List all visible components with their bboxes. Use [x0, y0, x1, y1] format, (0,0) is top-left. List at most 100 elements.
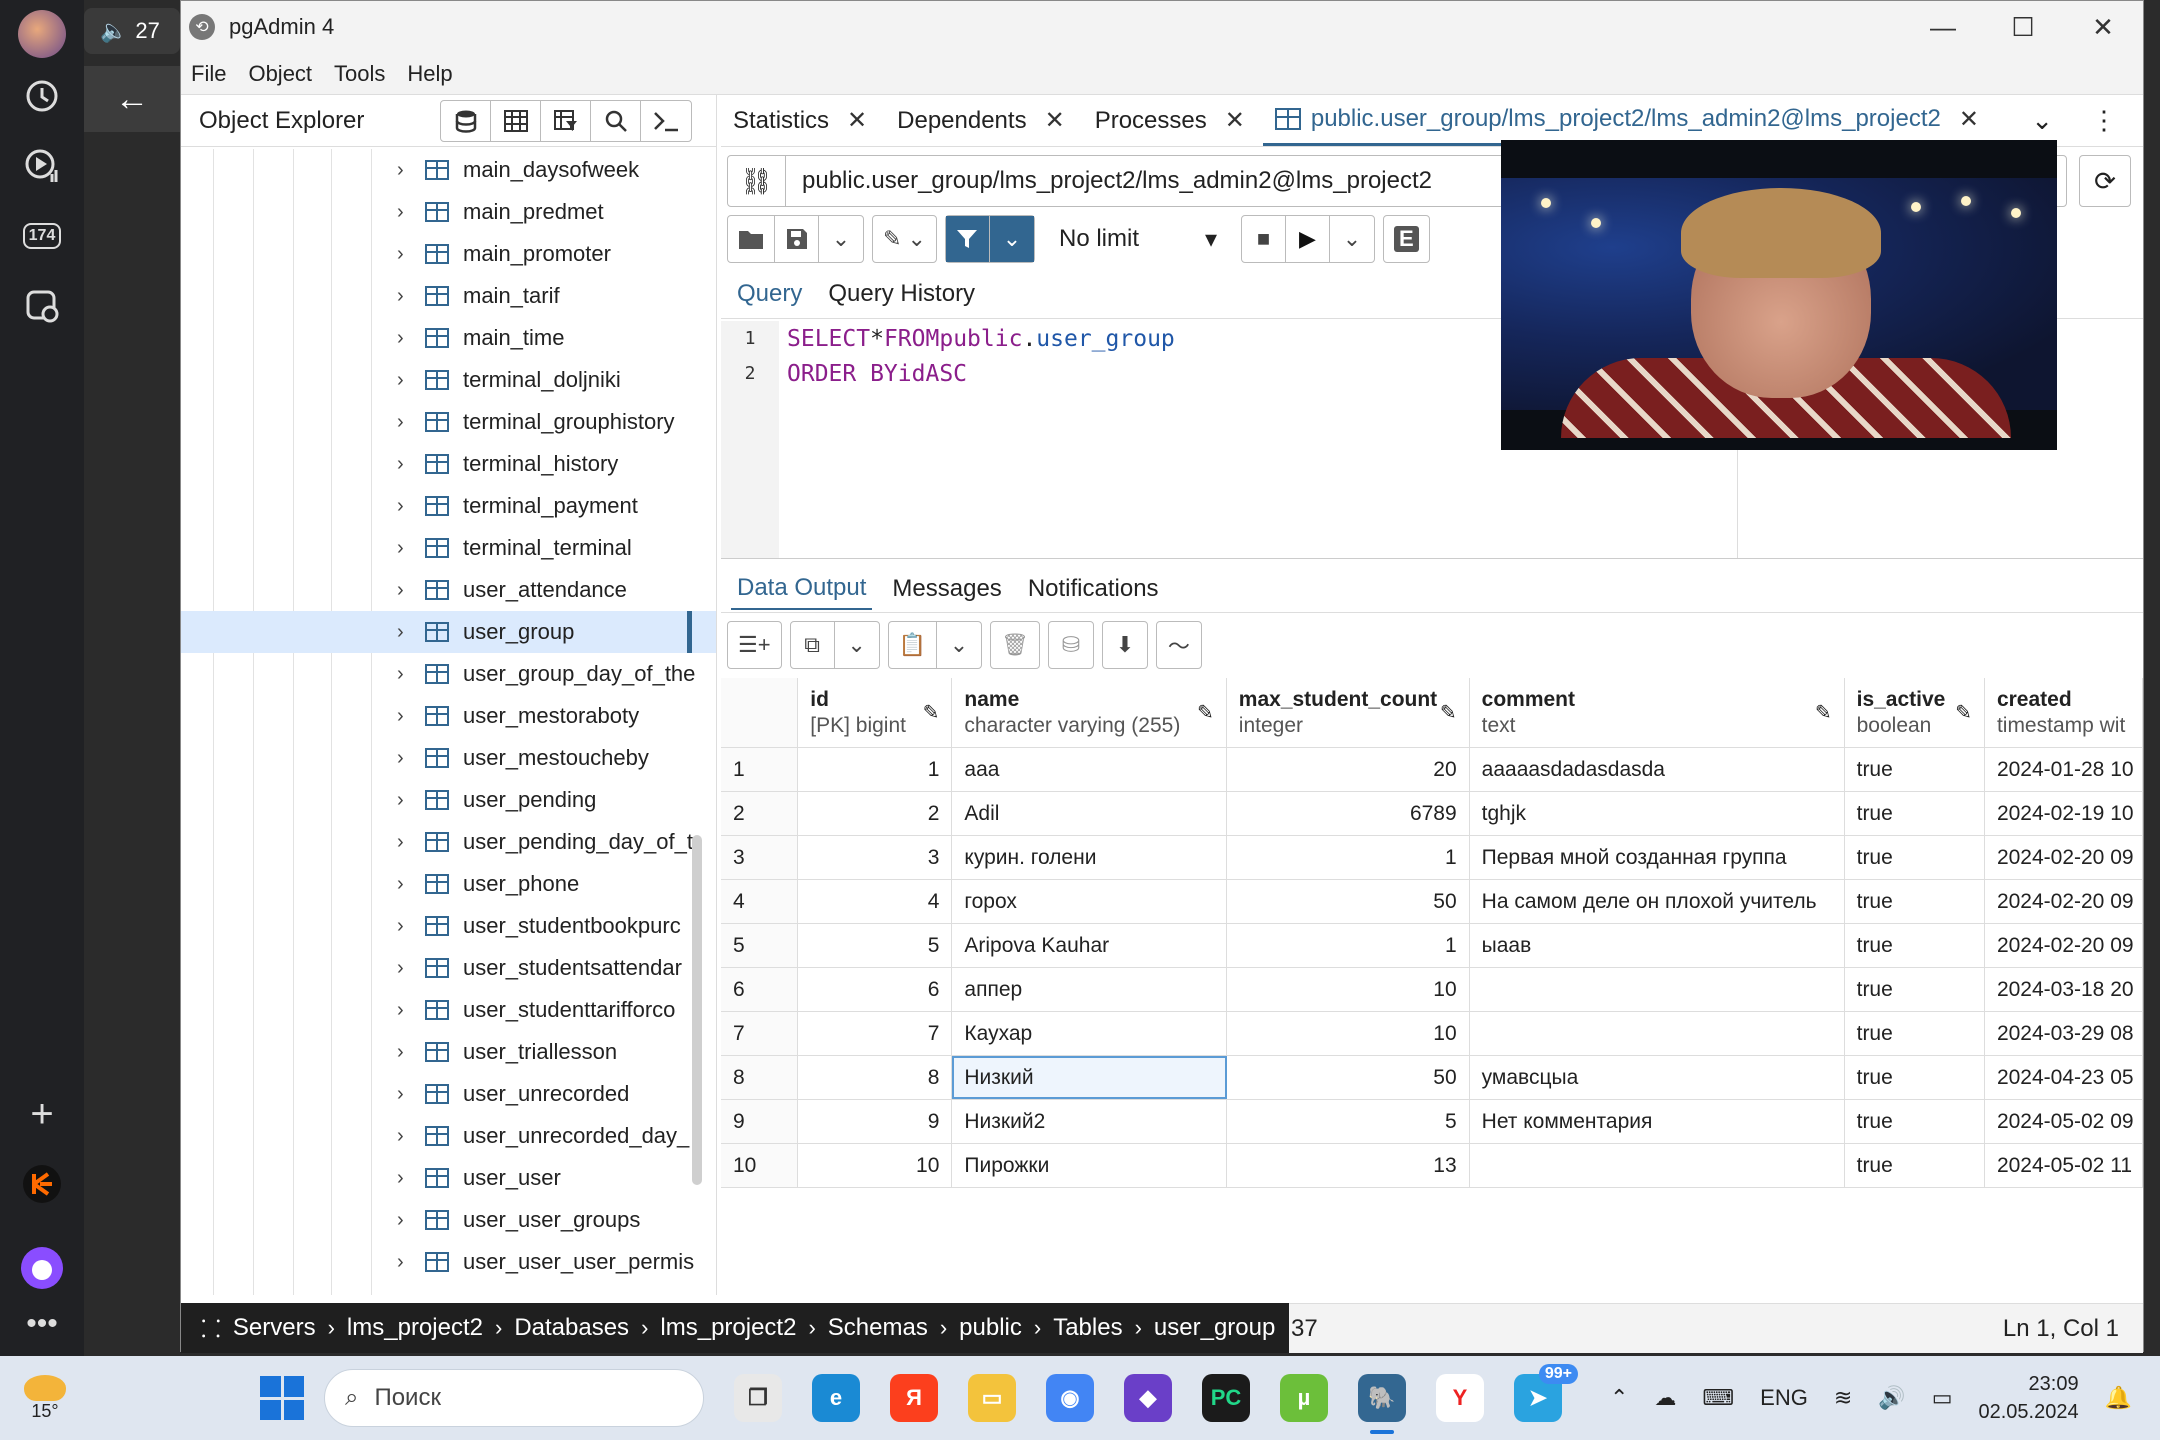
tree-item-table[interactable]: › user_mestoraboty — [181, 695, 716, 737]
cell-is-active[interactable]: true — [1845, 880, 1985, 923]
explain-icon[interactable]: E — [1384, 216, 1429, 262]
tree-item-table[interactable]: › terminal_payment — [181, 485, 716, 527]
tab-data-output[interactable]: Data Output — [731, 568, 873, 610]
refresh-icon[interactable]: ⟳ — [2079, 155, 2131, 207]
row-number[interactable]: 1 — [721, 748, 799, 791]
cell-created[interactable]: 2024-04-23 05 — [1985, 1056, 2143, 1099]
cell-max-student-count[interactable]: 10 — [1227, 968, 1470, 1011]
picture-in-picture-video[interactable] — [1501, 140, 2057, 450]
tab-dependents[interactable]: Dependents ✕ — [885, 95, 1083, 146]
table-row[interactable]: 4 4 горох 50 На самом деле он плохой учитель… — [721, 880, 2143, 924]
tree-item-table[interactable]: › user_user — [181, 1157, 716, 1199]
camera-icon[interactable] — [18, 282, 66, 330]
cell-id[interactable]: 3 — [798, 836, 953, 879]
breadcrumb-item[interactable]: lms_project2 — [660, 1314, 796, 1342]
cell-created[interactable]: 2024-05-02 11 — [1985, 1144, 2143, 1187]
column-header-name[interactable]: name character varying (255) ✎ — [952, 678, 1227, 747]
cell-id[interactable]: 6 — [798, 968, 953, 1011]
tree-item-table[interactable]: › main_predmet — [181, 191, 716, 233]
download-icon[interactable]: ⬇ — [1103, 622, 1147, 668]
edge-icon[interactable]: e — [812, 1374, 860, 1422]
filtered-rows-icon[interactable] — [541, 100, 591, 141]
cell-comment[interactable]: ыаав — [1470, 924, 1845, 967]
battery-icon[interactable]: ▭ — [1932, 1385, 1953, 1411]
chevron-right-icon[interactable]: › — [397, 915, 425, 938]
cell-name[interactable]: Пирожки — [952, 1144, 1227, 1187]
chevron-down-icon[interactable]: ⌄ — [989, 216, 1034, 262]
table-row[interactable]: 3 3 курин. голени 1 Первая мной созданная гр… — [721, 836, 2143, 880]
close-icon[interactable]: ✕ — [1959, 105, 1979, 134]
chevron-right-icon[interactable]: › — [397, 663, 425, 686]
breadcrumb-item[interactable]: Databases — [514, 1314, 629, 1342]
chevron-right-icon[interactable]: › — [397, 1041, 425, 1064]
close-icon[interactable]: ✕ — [1225, 106, 1245, 135]
obsidian-icon[interactable]: ◆ — [1124, 1374, 1172, 1422]
tree-item-table[interactable]: › user_studenttarifforco — [181, 989, 716, 1031]
tree-item-table[interactable]: › main_tarif — [181, 275, 716, 317]
cell-comment[interactable]: tghjk — [1470, 792, 1845, 835]
cell-comment[interactable]: умавсцыа — [1470, 1056, 1845, 1099]
cell-id[interactable]: 5 — [798, 924, 953, 967]
cell-id[interactable]: 1 — [798, 748, 953, 791]
cell-comment[interactable]: aaaaasdadasdasda — [1470, 748, 1845, 791]
tree-item-table[interactable]: › user_pending — [181, 779, 716, 821]
breadcrumb-item[interactable]: user_group — [1154, 1314, 1275, 1342]
tree-item-table[interactable]: › terminal_doljniki — [181, 359, 716, 401]
cell-id[interactable]: 7 — [798, 1012, 953, 1055]
maximize-button[interactable]: ☐ — [1983, 1, 2063, 53]
cell-is-active[interactable]: true — [1845, 1012, 1985, 1055]
chrome-icon[interactable]: ◉ — [1046, 1374, 1094, 1422]
cell-max-student-count[interactable]: 6789 — [1227, 792, 1470, 835]
close-icon[interactable]: ✕ — [1045, 106, 1065, 135]
breadcrumb-item[interactable]: Tables — [1053, 1314, 1122, 1342]
paste-icon[interactable]: 📋 — [889, 622, 937, 668]
weather-widget[interactable]: 15° — [0, 1374, 90, 1422]
cell-is-active[interactable]: true — [1845, 968, 1985, 1011]
cell-name[interactable]: Низкий2 — [952, 1100, 1227, 1143]
column-header-max-student-count[interactable]: max_student_count integer ✎ — [1227, 678, 1470, 747]
cell-id[interactable]: 9 — [798, 1100, 953, 1143]
tree-item-table[interactable]: › user_attendance — [181, 569, 716, 611]
kinopoisk-icon[interactable] — [18, 1160, 66, 1208]
pgadmin-taskbar-icon[interactable]: 🐘 — [1358, 1374, 1406, 1434]
close-icon[interactable]: ✕ — [847, 106, 867, 135]
column-header-is-active[interactable]: is_active boolean ✎ — [1845, 678, 1985, 747]
breadcrumb-item[interactable]: lms_project2 — [347, 1314, 483, 1342]
cell-name[interactable]: аппер — [952, 968, 1227, 1011]
tab-processes[interactable]: Processes ✕ — [1083, 95, 1263, 146]
table-row[interactable]: 6 6 аппер 10 true 2024-03-18 20 — [721, 968, 2143, 1012]
explorer-scrollbar[interactable] — [692, 835, 702, 1185]
clock[interactable]: 23:09 02.05.2024 — [1978, 1370, 2078, 1426]
tree-item-table[interactable]: › user_unrecorded — [181, 1073, 716, 1115]
chevron-down-icon[interactable]: ⌄ — [819, 216, 863, 262]
table-icon[interactable] — [491, 100, 541, 141]
keyboard-icon[interactable]: ⌨ — [1702, 1385, 1734, 1411]
cell-is-active[interactable]: true — [1845, 748, 1985, 791]
cell-id[interactable]: 10 — [798, 1144, 953, 1187]
row-number[interactable]: 8 — [721, 1056, 799, 1099]
pycharm-icon[interactable]: PC — [1202, 1374, 1250, 1422]
menu-object[interactable]: Object — [248, 61, 312, 87]
column-header-comment[interactable]: comment text ✎ — [1470, 678, 1845, 747]
yandex-icon[interactable]: Y — [1436, 1374, 1484, 1422]
cell-comment[interactable] — [1470, 1144, 1845, 1187]
chevron-right-icon[interactable]: › — [397, 831, 425, 854]
cell-is-active[interactable]: true — [1845, 1056, 1985, 1099]
chevron-up-icon[interactable]: ⌃ — [1610, 1385, 1628, 1411]
chevron-right-icon[interactable]: › — [397, 369, 425, 392]
cell-max-student-count[interactable]: 5 — [1227, 1100, 1470, 1143]
tree-item-table[interactable]: › user_mestoucheby — [181, 737, 716, 779]
chevron-right-icon[interactable]: › — [397, 243, 425, 266]
table-row[interactable]: 2 2 Adil 6789 tghjk true 2024-02-19 10 — [721, 792, 2143, 836]
chevron-right-icon[interactable]: › — [397, 411, 425, 434]
row-number[interactable]: 3 — [721, 836, 799, 879]
cell-max-student-count[interactable]: 50 — [1227, 1056, 1470, 1099]
cell-id[interactable]: 4 — [798, 880, 953, 923]
onedrive-cloud-icon[interactable]: ☁ — [1654, 1385, 1676, 1411]
cell-created[interactable]: 2024-02-19 10 — [1985, 792, 2143, 835]
search-icon[interactable] — [591, 100, 641, 141]
cell-comment[interactable]: Первая мной созданная группа — [1470, 836, 1845, 879]
menu-file[interactable]: File — [191, 61, 226, 87]
chevron-right-icon[interactable]: › — [397, 495, 425, 518]
delete-icon[interactable]: 🗑 — [991, 622, 1039, 668]
